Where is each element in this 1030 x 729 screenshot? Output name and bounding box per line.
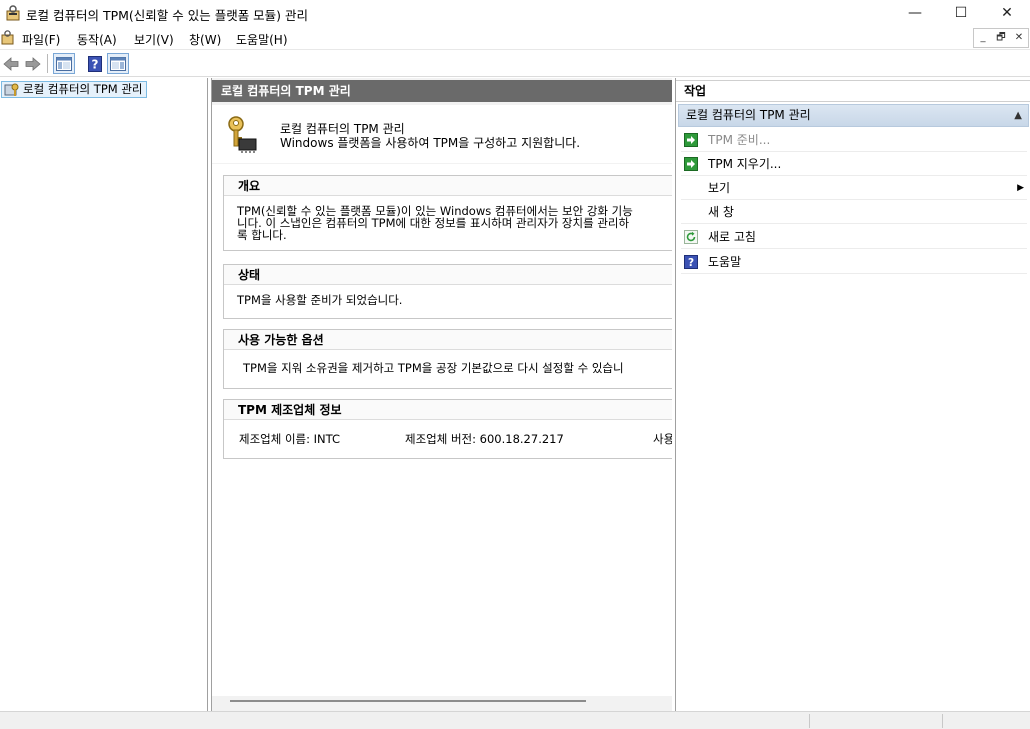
manufacturer-title: TPM 제조업체 정보 <box>224 400 672 420</box>
refresh-icon <box>684 230 698 244</box>
action-label: 도움말 <box>708 255 742 269</box>
help-icon: ? <box>88 55 102 72</box>
mdi-minimize-button[interactable]: _ <box>974 29 992 47</box>
action-label: TPM 준비... <box>708 133 771 147</box>
menu-window[interactable]: 창(W) <box>189 31 221 48</box>
show-hide-action-pane-icon <box>110 56 126 71</box>
mdi-restore-button[interactable]: 🗗 <box>992 29 1010 47</box>
manufacturer-section: TPM 제조업체 정보 제조업체 이름: INTC 제조업체 버전: 600.1… <box>223 399 672 459</box>
submenu-arrow-icon: ▶ <box>1017 183 1024 193</box>
show-hide-console-tree-button[interactable] <box>53 53 75 74</box>
green-arrow-icon <box>684 133 698 147</box>
available-options-section: 사용 가능한 옵션 TPM을 지워 소유권을 제거하고 TPM을 공장 기본값으… <box>223 329 672 389</box>
action-tpm-clear[interactable]: TPM 지우기... <box>681 152 1027 176</box>
back-icon <box>3 56 19 71</box>
svg-text:?: ? <box>92 57 99 71</box>
toolbar: ? <box>0 50 1030 77</box>
actions-group-label: 로컬 컴퓨터의 TPM 관리 <box>686 108 811 122</box>
intro-description: Windows 플랫폼을 사용하여 TPM을 구성하고 지원합니다. <box>280 136 581 150</box>
show-hide-console-tree-icon <box>56 56 72 71</box>
menu-help[interactable]: 도움말(H) <box>236 31 288 48</box>
tpm-app-icon <box>6 5 20 21</box>
status-divider <box>809 714 810 728</box>
forward-icon <box>25 56 41 71</box>
tree-item-tpm-management[interactable]: 로컬 컴퓨터의 TPM 관리 <box>1 81 147 98</box>
action-label: 새로 고침 <box>708 230 756 244</box>
toolbar-separator <box>47 54 48 73</box>
status-title: 상태 <box>224 265 672 285</box>
tpm-snapin-icon <box>4 83 19 96</box>
help-icon: ? <box>684 255 698 269</box>
status-section: 상태 TPM을 사용할 준비가 되었습니다. <box>223 264 672 319</box>
tree-item-label: 로컬 컴퓨터의 TPM 관리 <box>23 82 143 96</box>
action-tpm-prepare[interactable]: TPM 준비... <box>681 128 1027 152</box>
overview-title: 개요 <box>224 176 672 196</box>
intro-panel: 로컬 컴퓨터의 TPM 관리 Windows 플랫폼을 사용하여 TPM을 구성… <box>212 105 672 163</box>
mdi-controls: _ 🗗 ✕ <box>973 28 1029 48</box>
action-label: 보기 <box>708 181 731 195</box>
content-area: 개요 TPM(신뢰할 수 있는 플랫폼 모듈)이 있는 Windows 컴퓨터에… <box>212 164 672 696</box>
menu-view[interactable]: 보기(V) <box>134 31 174 48</box>
manufacturer-version: 제조업체 버전: 600.18.27.217 <box>405 432 564 446</box>
forward-button[interactable] <box>24 53 42 74</box>
close-button[interactable]: ✕ <box>984 0 1030 26</box>
console-tree: 로컬 컴퓨터의 TPM 관리 <box>0 78 208 711</box>
actions-title: 작업 <box>676 80 1030 102</box>
manufacturer-extra: 사용 <box>653 432 672 446</box>
overview-text-line3: 록 합니다. <box>237 228 287 242</box>
title-bar: 로컬 컴퓨터의 TPM(신뢰할 수 있는 플랫폼 모듈) 관리 — ☐ ✕ <box>0 0 1030 26</box>
action-label: TPM 지우기... <box>708 157 782 171</box>
menu-file[interactable]: 파일(F) <box>22 31 60 48</box>
status-divider <box>942 714 943 728</box>
status-text: TPM을 사용할 준비가 되었습니다. <box>237 293 403 307</box>
overview-text-line2: 니다. 이 스냅인은 컴퓨터의 TPM에 대한 정보를 표시하며 관리자가 장치… <box>237 216 630 230</box>
action-new-window[interactable]: 새 창 <box>681 200 1027 224</box>
menu-action[interactable]: 동작(A) <box>77 31 117 48</box>
actions-group-header[interactable]: 로컬 컴퓨터의 TPM 관리 ▲ <box>678 104 1029 127</box>
overview-section: 개요 TPM(신뢰할 수 있는 플랫폼 모듈)이 있는 Windows 컴퓨터에… <box>223 175 672 251</box>
show-hide-action-pane-button[interactable] <box>107 53 129 74</box>
status-bar <box>0 711 1030 729</box>
actions-pane: 작업 로컬 컴퓨터의 TPM 관리 ▲ TPM 준비... TPM 지우기...… <box>675 78 1030 711</box>
manufacturer-name: 제조업체 이름: INTC <box>239 432 341 446</box>
help-button[interactable]: ? <box>86 53 104 74</box>
svg-text:?: ? <box>688 257 694 269</box>
window-title: 로컬 컴퓨터의 TPM(신뢰할 수 있는 플랫폼 모듈) 관리 <box>26 8 309 23</box>
action-label: 새 창 <box>708 205 734 219</box>
document-icon[interactable] <box>1 30 14 45</box>
minimize-button[interactable]: — <box>892 0 938 26</box>
horizontal-scrollbar[interactable] <box>230 700 586 702</box>
green-arrow-icon <box>684 157 698 171</box>
options-title: 사용 가능한 옵션 <box>224 330 672 350</box>
tpm-key-icon <box>228 116 257 153</box>
action-help[interactable]: ? 도움말 <box>681 250 1027 274</box>
collapse-up-icon[interactable]: ▲ <box>1014 105 1022 126</box>
menu-bar: 파일(F) 동작(A) 보기(V) 창(W) 도움말(H) _ 🗗 ✕ <box>0 26 1030 50</box>
maximize-button[interactable]: ☐ <box>938 0 984 26</box>
center-pane-header: 로컬 컴퓨터의 TPM 관리 <box>212 80 672 102</box>
options-text: TPM을 지워 소유권을 제거하고 TPM을 공장 기본값으로 다시 설정할 수… <box>243 361 624 375</box>
action-refresh[interactable]: 새로 고침 <box>681 225 1027 249</box>
back-button[interactable] <box>2 53 20 74</box>
action-view[interactable]: 보기 ▶ <box>681 176 1027 200</box>
mdi-close-button[interactable]: ✕ <box>1010 29 1028 47</box>
center-pane: 로컬 컴퓨터의 TPM 관리 로컬 컴퓨터의 TPM 관리 Windows 플랫… <box>211 78 672 711</box>
